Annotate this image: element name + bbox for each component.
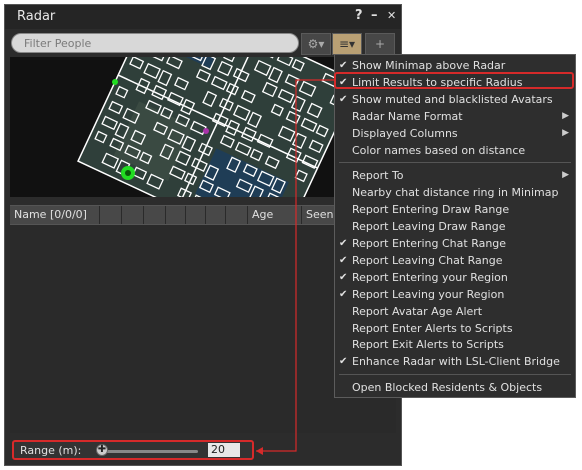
connector-line xyxy=(256,79,334,455)
arrow-icon xyxy=(256,447,263,455)
